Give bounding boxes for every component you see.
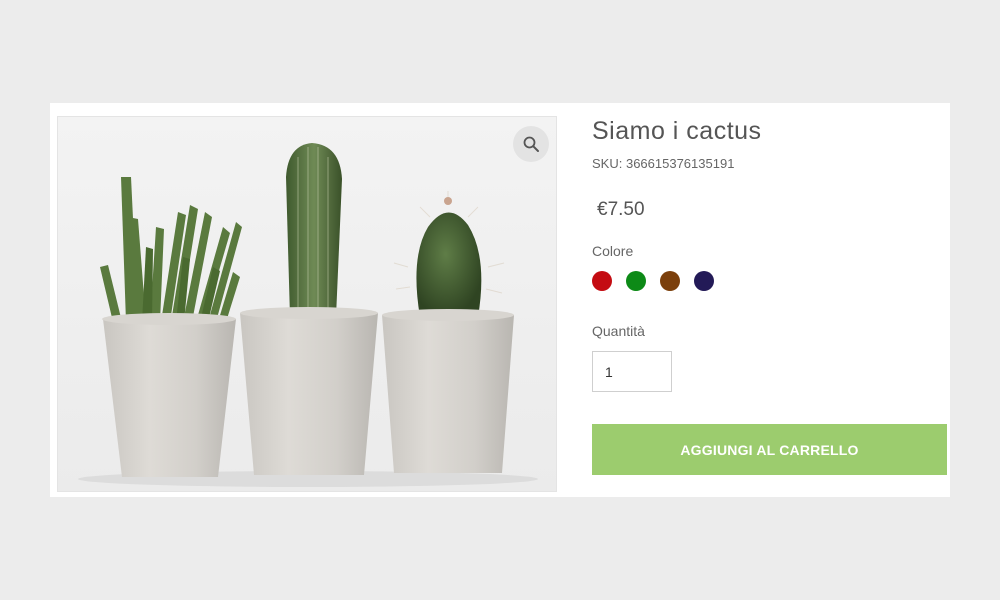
- product-card: Siamo i cactus SKU: 366615376135191 €7.5…: [50, 103, 950, 497]
- quantity-label: Quantità: [592, 323, 645, 339]
- zoom-button[interactable]: [513, 126, 549, 162]
- product-title: Siamo i cactus: [592, 117, 762, 145]
- product-image-frame[interactable]: [57, 116, 557, 492]
- color-swatch-red[interactable]: [592, 271, 612, 291]
- add-to-cart-button[interactable]: AGGIUNGI AL CARRELLO: [592, 424, 947, 475]
- product-info: Siamo i cactus SKU: 366615376135191 €7.5…: [592, 103, 950, 497]
- magnifier-icon: [523, 136, 539, 152]
- color-swatches: [592, 271, 714, 291]
- color-swatch-brown[interactable]: [660, 271, 680, 291]
- color-swatch-navy[interactable]: [694, 271, 714, 291]
- product-sku: SKU: 366615376135191: [592, 156, 734, 171]
- product-image: [58, 117, 556, 491]
- sku-label: SKU:: [592, 156, 623, 171]
- sku-value: 366615376135191: [625, 156, 735, 171]
- color-label: Colore: [592, 243, 634, 259]
- color-swatch-green[interactable]: [626, 271, 646, 291]
- quantity-input[interactable]: [592, 351, 672, 392]
- product-price: €7.50: [597, 199, 645, 220]
